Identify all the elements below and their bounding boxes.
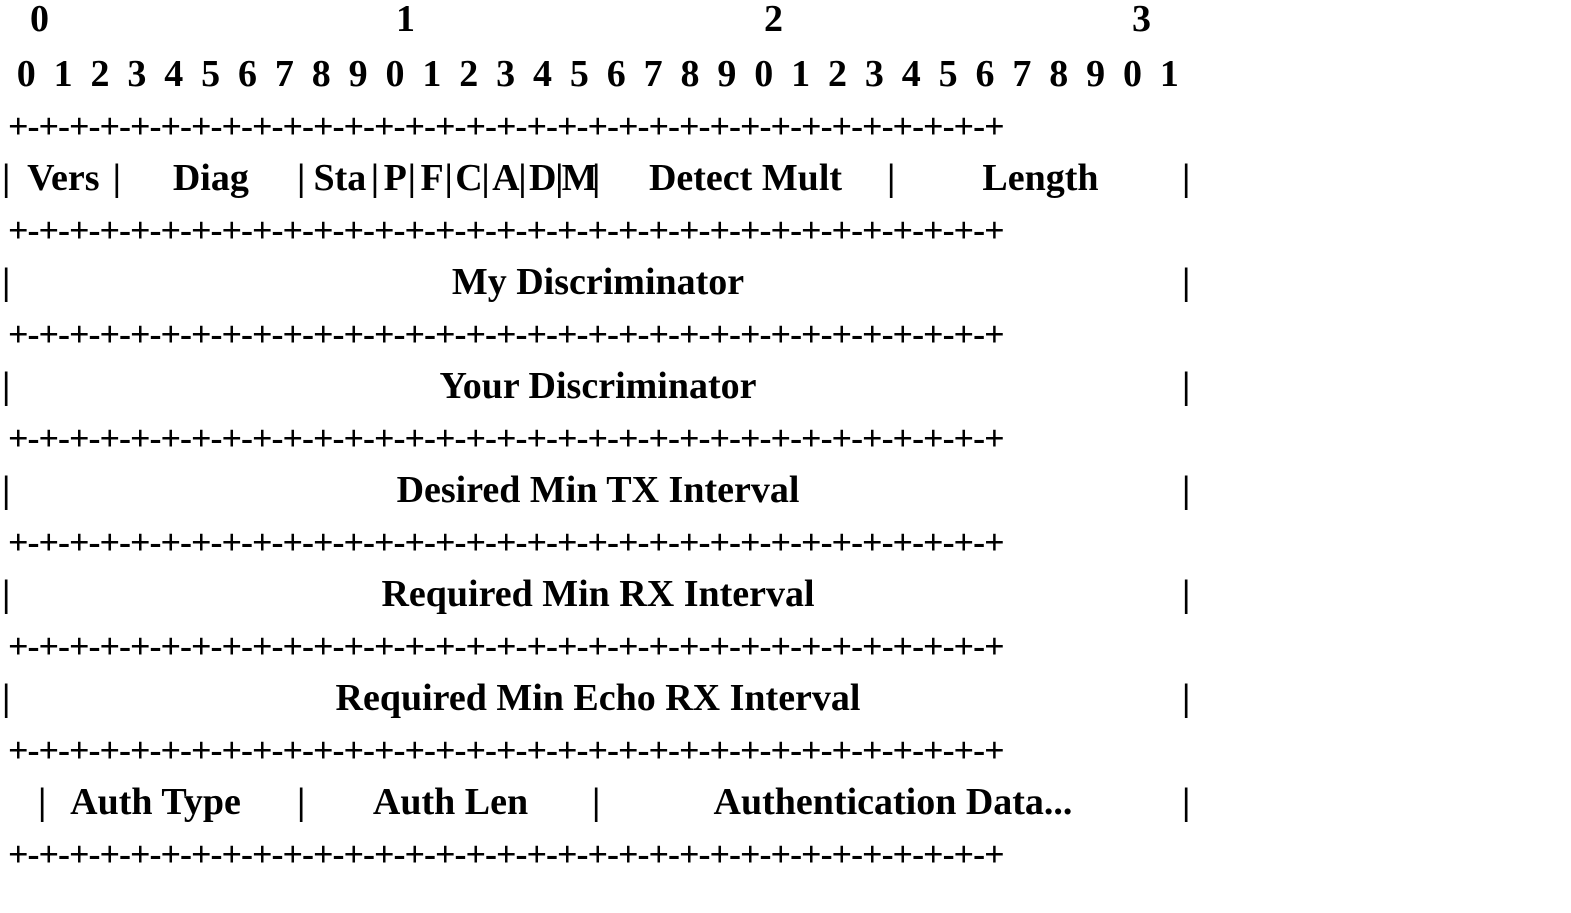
bit-label: 1 xyxy=(45,55,82,93)
separator: +-+-+-+-+-+-+-+-+-+-+-+-+-+-+-+-+-+-+-+-… xyxy=(8,724,1188,776)
bit-label: 2 xyxy=(819,55,856,93)
field-divider: | xyxy=(1182,152,1190,204)
tens-label: 0 xyxy=(30,0,49,38)
bit-label: 8 xyxy=(672,55,709,93)
field-your-discriminator: Your Discriminator xyxy=(8,360,1188,412)
separator: +-+-+-+-+-+-+-+-+-+-+-+-+-+-+-+-+-+-+-+-… xyxy=(8,620,1188,672)
field-divider: | xyxy=(1182,464,1190,516)
field-desired-min-tx-interval: Desired Min TX Interval xyxy=(8,464,1188,516)
field-sta: Sta xyxy=(303,152,377,204)
field-length: Length xyxy=(893,152,1188,204)
bit-label: 0 xyxy=(377,55,414,93)
your-discriminator-row: |Your Discriminator| xyxy=(8,360,1188,412)
tens-row: 0 1 2 3 xyxy=(8,0,1188,48)
field-divider: | xyxy=(1182,256,1190,308)
bit-label: 9 xyxy=(709,55,746,93)
required-min-rx-row: |Required Min RX Interval| xyxy=(8,568,1188,620)
field-divider: | xyxy=(1182,360,1190,412)
bit-label: 2 xyxy=(451,55,488,93)
bit-label: 6 xyxy=(598,55,635,93)
bit-label: 2 xyxy=(82,55,119,93)
field-diag: Diag xyxy=(119,152,303,204)
bit-label: 3 xyxy=(487,55,524,93)
separator: +-+-+-+-+-+-+-+-+-+-+-+-+-+-+-+-+-+-+-+-… xyxy=(8,516,1188,568)
desired-min-tx-row: |Desired Min TX Interval| xyxy=(8,464,1188,516)
field-required-min-rx-interval: Required Min RX Interval xyxy=(8,568,1188,620)
bit-label: 4 xyxy=(524,55,561,93)
tens-label: 1 xyxy=(396,0,415,38)
bit-label: 0 xyxy=(746,55,783,93)
field-auth-len: Auth Len xyxy=(303,776,598,828)
bit-label: 8 xyxy=(303,55,340,93)
bit-label: 7 xyxy=(635,55,672,93)
field-required-min-echo-rx-interval: Required Min Echo RX Interval xyxy=(8,672,1188,724)
bit-label: 9 xyxy=(340,55,377,93)
bit-label: 7 xyxy=(1004,55,1041,93)
bit-label: 0 xyxy=(8,55,45,93)
bit-label: 5 xyxy=(192,55,229,93)
my-discriminator-row: |My Discriminator| xyxy=(8,256,1188,308)
field-vers: Vers xyxy=(8,152,119,204)
separator: +-+-+-+-+-+-+-+-+-+-+-+-+-+-+-+-+-+-+-+-… xyxy=(8,412,1188,464)
field-divider: | xyxy=(1182,776,1190,828)
field-authentication-data: Authentication Data... xyxy=(598,776,1188,828)
bit-label: 3 xyxy=(856,55,893,93)
required-min-echo-rx-row: |Required Min Echo RX Interval| xyxy=(8,672,1188,724)
bit-label: 3 xyxy=(119,55,156,93)
bit-label: 5 xyxy=(561,55,598,93)
bit-label: 1 xyxy=(782,55,819,93)
field-detect-mult: Detect Mult xyxy=(598,152,893,204)
bit-label: 4 xyxy=(156,55,193,93)
bit-label: 4 xyxy=(893,55,930,93)
packet-diagram: 0 1 2 3 0 1 2 3 4 5 6 7 8 9 0 1 2 3 4 5 … xyxy=(8,0,1188,880)
bit-label: 7 xyxy=(266,55,303,93)
auth-row: |Auth Type|Auth Len|Authentication Data.… xyxy=(8,776,1188,828)
field-divider: | xyxy=(1182,672,1190,724)
field-divider: | xyxy=(1182,568,1190,620)
separator: +-+-+-+-+-+-+-+-+-+-+-+-+-+-+-+-+-+-+-+-… xyxy=(8,828,1188,880)
field-auth-type: Auth Type xyxy=(8,776,303,828)
separator: +-+-+-+-+-+-+-+-+-+-+-+-+-+-+-+-+-+-+-+-… xyxy=(8,308,1188,360)
bit-label: 1 xyxy=(1151,55,1188,93)
separator: +-+-+-+-+-+-+-+-+-+-+-+-+-+-+-+-+-+-+-+-… xyxy=(8,100,1188,152)
tens-label: 2 xyxy=(764,0,783,38)
header-row: |Vers|Diag|Sta|P|F|C|A|D|M|Detect Mult|L… xyxy=(8,152,1188,204)
bit-ruler: 0 1 2 3 4 5 6 7 8 9 0 1 2 3 4 5 6 7 8 9 … xyxy=(8,48,1188,100)
bit-label: 9 xyxy=(1077,55,1114,93)
bit-label: 5 xyxy=(930,55,967,93)
field-my-discriminator: My Discriminator xyxy=(8,256,1188,308)
bit-label: 6 xyxy=(967,55,1004,93)
bit-label: 1 xyxy=(414,55,451,93)
bit-label: 0 xyxy=(1114,55,1151,93)
bit-label: 6 xyxy=(229,55,266,93)
tens-label: 3 xyxy=(1132,0,1151,38)
bit-label: 8 xyxy=(1041,55,1078,93)
separator: +-+-+-+-+-+-+-+-+-+-+-+-+-+-+-+-+-+-+-+-… xyxy=(8,204,1188,256)
